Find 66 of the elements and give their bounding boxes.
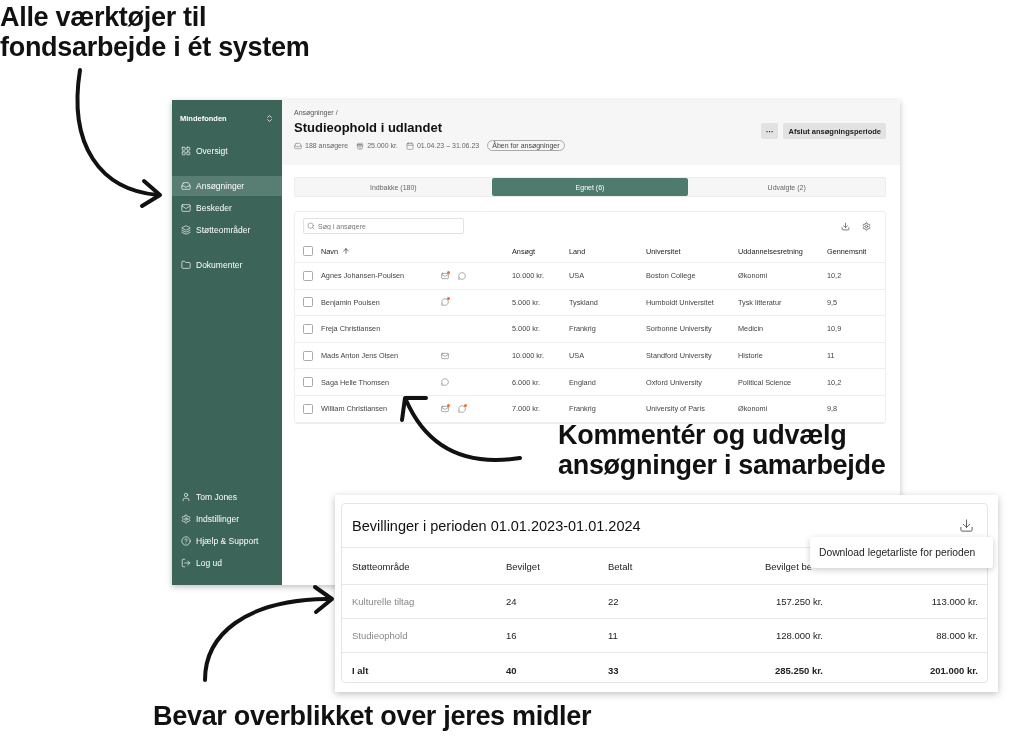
folder-icon: [181, 260, 191, 270]
table-cell-text: 157.250 kr.: [775, 596, 823, 607]
logout-icon: [181, 558, 191, 568]
settings-icon: [181, 514, 191, 524]
checkbox[interactable]: [303, 324, 313, 334]
sidebar-item[interactable]: Hjælp & Support: [172, 531, 282, 551]
mail-icon[interactable]: [441, 271, 449, 280]
table-cell-text: 40: [506, 664, 518, 676]
table-cell-text: Studieophold: [352, 630, 409, 641]
comment-icon[interactable]: [441, 298, 449, 307]
help-icon: [181, 536, 191, 546]
mail-icon: [181, 203, 191, 213]
page-title: Studieophold i udlandet: [294, 120, 444, 135]
checkbox[interactable]: [303, 350, 313, 361]
search-icon: [307, 222, 315, 230]
grants-title: Bevillinger i perioden 01.01.2023-01.01.2024: [352, 517, 641, 534]
user-icon: [181, 492, 191, 502]
settings-icon[interactable]: [862, 221, 871, 231]
menu-item[interactable]: Download legetarliste for perioden: [819, 547, 976, 558]
sidebar-item[interactable]: Tom Jones: [172, 487, 282, 507]
headline: Alle værktøjer til fondsarbejde i ét system: [0, 2, 311, 62]
checkbox[interactable]: [303, 403, 313, 414]
inbox-icon: [294, 141, 302, 150]
callout-text: Kommentér og udvælg ansøgninger i samarbejde: [558, 420, 887, 480]
sidebar-item[interactable]: Oversigt: [172, 141, 282, 161]
checkbox[interactable]: [303, 377, 313, 388]
table-cell-text: 33: [608, 664, 620, 676]
table-cell-text: 24: [506, 596, 518, 607]
mail-icon[interactable]: [441, 404, 449, 413]
table-cell-text: Kulturelle tiltag: [352, 596, 416, 607]
table-cell-text: 16: [506, 630, 518, 641]
sort-arrow-icon: [342, 247, 351, 255]
footer-headline: Bevar overblikket over jeres midler: [153, 701, 592, 731]
sidebar-item[interactable]: Støtteområder: [172, 220, 282, 240]
column-header: Bevilget: [506, 560, 541, 572]
layers-icon: [181, 225, 191, 235]
column-header: Betalt: [608, 560, 634, 572]
sidebar-item[interactable]: Indstillinger: [172, 509, 282, 529]
column-header: Bevilget be: [764, 560, 813, 572]
calendar-icon: [405, 141, 414, 150]
table-cell-text: 128.000 kr.: [775, 630, 823, 641]
mail-icon[interactable]: [441, 351, 449, 360]
checkbox[interactable]: [303, 246, 313, 256]
table-cell-text: I alt: [352, 664, 370, 676]
sidebar-item[interactable]: Beskeder: [172, 198, 282, 218]
inbox-icon: [181, 181, 191, 191]
table-cell-text: 88.000 kr.: [935, 630, 978, 641]
comment-icon[interactable]: [458, 271, 466, 280]
table-cell-text: 113.000 kr.: [930, 596, 978, 607]
download-icon[interactable]: [959, 518, 974, 533]
sidebar-item[interactable]: Dokumenter: [172, 255, 282, 275]
table-cell-text: 22: [608, 596, 620, 607]
table-cell-text: 201.000 kr.: [928, 664, 978, 676]
comment-icon[interactable]: [441, 378, 449, 387]
sidebar-item[interactable]: Log ud: [172, 553, 282, 573]
table-cell-text: 11: [608, 630, 619, 641]
checkbox[interactable]: [303, 270, 313, 281]
download-icon[interactable]: [841, 221, 850, 231]
checkbox[interactable]: [303, 297, 313, 308]
gift-icon: [356, 141, 365, 150]
chevrons-up-down-icon[interactable]: [265, 113, 274, 123]
sidebar-item[interactable]: Ansøgninger: [172, 176, 282, 196]
table-cell-text: 285.250 kr.: [773, 664, 823, 676]
grid-icon: [181, 146, 191, 156]
comment-icon[interactable]: [458, 404, 466, 413]
column-header: Støtteområde: [352, 560, 411, 572]
